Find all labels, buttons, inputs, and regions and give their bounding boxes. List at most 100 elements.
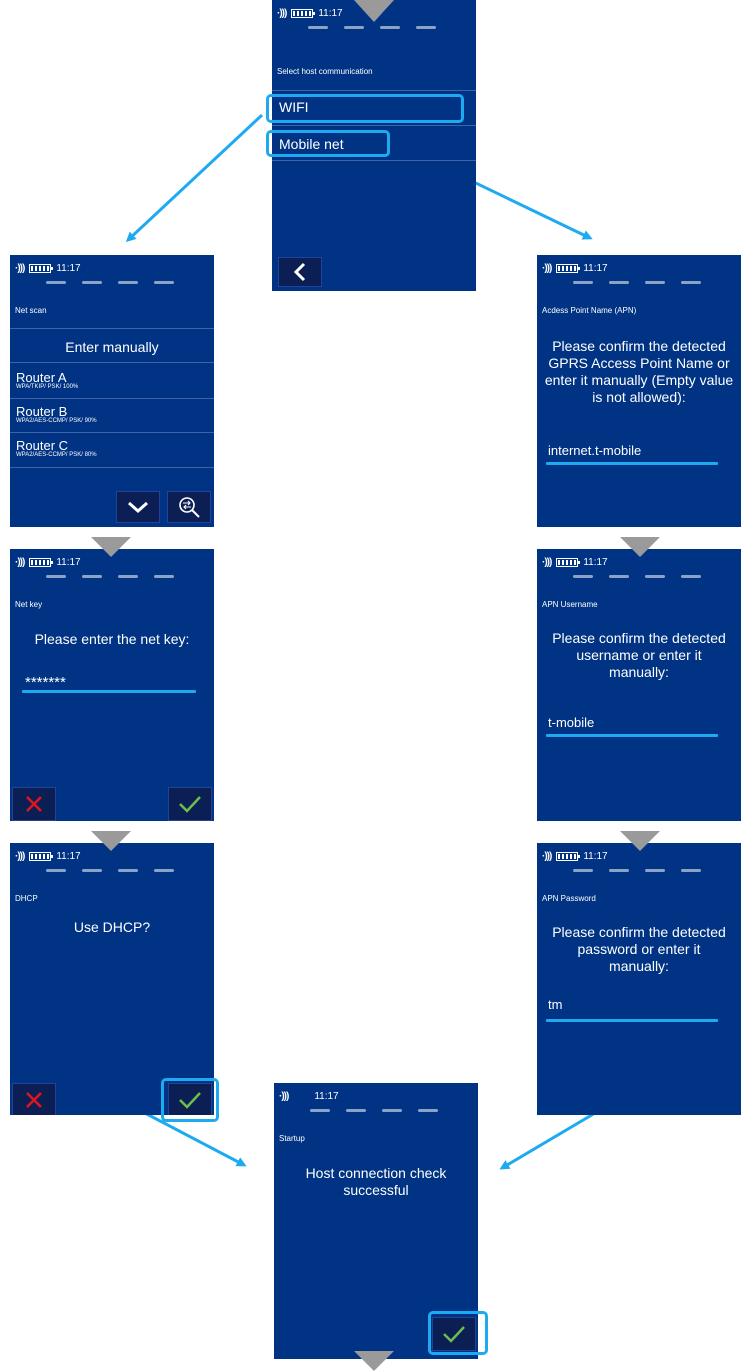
progress-dots <box>46 281 174 284</box>
screen-title: Select host communication <box>277 67 373 76</box>
battery-icon <box>556 558 581 567</box>
router-item-a[interactable]: Router A WPA/TKIP/ PSK/ 100% <box>16 370 78 390</box>
wifi-search-icon <box>179 497 200 518</box>
apn-password-message: Please confirm the detected password or … <box>552 924 726 974</box>
router-detail: WPA2/AES-CCMP/ PSK/ 90% <box>16 418 97 424</box>
signal-icon: ·))) <box>542 851 552 862</box>
battery-icon <box>291 9 316 18</box>
progress-dots <box>308 26 436 29</box>
clock: 11:17 <box>56 851 81 862</box>
screen-apn-password: ·))) 11:17 APN Password Please confirm t… <box>537 843 741 1115</box>
progress-dots <box>573 575 701 578</box>
progress-dots <box>573 281 701 284</box>
screen-title: Acdess Point Name (APN) <box>542 306 637 315</box>
status-bar: ·))) 11:17 <box>15 263 81 274</box>
status-bar: ·))) 11:17 <box>542 557 608 568</box>
signal-icon: ·))) <box>15 851 25 862</box>
router-name: Router A <box>16 370 67 385</box>
screen-title: APN Username <box>542 600 598 609</box>
down-triangle-icon <box>620 831 660 851</box>
back-icon <box>293 262 306 282</box>
apn-input-underline <box>546 462 718 465</box>
enter-manually-item[interactable]: Enter manually <box>16 339 208 356</box>
clock: 11:17 <box>583 557 608 568</box>
status-bar: ·))) 11:17 <box>15 557 81 568</box>
status-bar: ·))) 11:17 <box>279 1091 339 1102</box>
down-triangle-icon <box>354 1351 394 1371</box>
startup-message: Host connection check successful <box>305 1165 447 1198</box>
progress-dots <box>46 575 174 578</box>
cancel-icon <box>26 796 42 812</box>
highlight-confirm <box>161 1078 219 1122</box>
screen-dhcp: ·))) 11:17 DHCP Use DHCP? <box>10 843 214 1115</box>
confirm-button[interactable] <box>168 787 212 821</box>
clock: 11:17 <box>56 557 81 568</box>
status-bar: ·))) 11:17 <box>542 851 608 862</box>
screen-apn-username: ·))) 11:17 APN Username Please confirm t… <box>537 549 741 821</box>
screen-title: Net scan <box>15 306 47 315</box>
down-triangle-icon <box>620 537 660 557</box>
clock: 11:17 <box>583 851 608 862</box>
down-triangle-icon <box>91 831 131 851</box>
net-key-underline <box>22 690 196 693</box>
battery-icon <box>29 264 54 273</box>
clock: 11:17 <box>56 263 81 274</box>
screen-title: DHCP <box>15 894 38 903</box>
progress-dots <box>310 1109 438 1112</box>
status-bar: ·))) 11:17 <box>542 263 608 274</box>
progress-dots <box>46 869 174 872</box>
highlight-confirm <box>428 1311 488 1355</box>
screen-apn: ·))) 11:17 Acdess Point Name (APN) Pleas… <box>537 255 741 527</box>
scroll-down-button[interactable] <box>116 491 160 523</box>
status-bar: ·))) 11:17 <box>15 851 81 862</box>
net-key-message: Please enter the net key: <box>34 631 190 647</box>
cancel-button[interactable] <box>12 787 56 821</box>
screen-title: Startup <box>279 1134 305 1143</box>
apn-password-input[interactable]: tm <box>548 997 562 1012</box>
apn-username-underline <box>546 734 718 737</box>
signal-icon: ·))) <box>15 263 25 274</box>
status-bar: ·))) 11:17 <box>277 8 343 19</box>
signal-icon: ·))) <box>277 8 287 19</box>
battery-icon <box>556 264 581 273</box>
clock: 11:17 <box>583 263 608 274</box>
router-detail: WPA2/AES-CCMP/ PSK/ 80% <box>16 452 97 458</box>
signal-icon: ·))) <box>542 557 552 568</box>
down-triangle-icon <box>354 0 394 22</box>
apn-message: Please confirm the detected GPRS Access … <box>544 338 734 405</box>
progress-dots <box>573 869 701 872</box>
down-triangle-icon <box>91 537 131 557</box>
signal-icon: ·))) <box>542 263 552 274</box>
chevron-down-icon <box>128 501 148 514</box>
confirm-icon <box>179 796 201 813</box>
clock: 11:17 <box>314 1091 339 1102</box>
battery-icon <box>29 558 54 567</box>
apn-username-message: Please confirm the detected username or … <box>552 630 726 680</box>
screen-net-key: ·))) 11:17 Net key Please enter the net … <box>10 549 214 821</box>
cancel-icon <box>26 1092 42 1108</box>
flow-arrow-wifi <box>125 113 264 243</box>
apn-input[interactable]: internet.t-mobile <box>548 443 641 458</box>
apn-username-input[interactable]: t-mobile <box>548 715 594 730</box>
screen-net-scan: ·))) 11:17 Net scan Enter manually Route… <box>10 255 214 527</box>
clock: 11:17 <box>318 8 343 19</box>
highlight-wifi <box>266 94 464 123</box>
router-item-c[interactable]: Router C WPA2/AES-CCMP/ PSK/ 80% <box>16 438 97 458</box>
back-button[interactable] <box>278 257 322 287</box>
screen-title: APN Password <box>542 894 596 903</box>
battery-icon <box>29 852 54 861</box>
router-name: Router B <box>16 404 68 419</box>
router-name: Router C <box>16 438 69 453</box>
signal-icon: ·))) <box>279 1091 289 1102</box>
highlight-mobile-net <box>266 130 390 157</box>
net-key-input[interactable]: ******* <box>25 674 66 691</box>
router-item-b[interactable]: Router B WPA2/AES-CCMP/ PSK/ 90% <box>16 404 97 424</box>
apn-password-underline <box>546 1019 718 1022</box>
cancel-button[interactable] <box>12 1083 56 1115</box>
router-detail: WPA/TKIP/ PSK/ 100% <box>16 384 79 390</box>
signal-icon: ·))) <box>15 557 25 568</box>
screen-title: Net key <box>15 600 43 609</box>
battery-icon <box>556 852 581 861</box>
dhcp-message: Use DHCP? <box>73 919 151 935</box>
rescan-button[interactable] <box>167 491 211 523</box>
